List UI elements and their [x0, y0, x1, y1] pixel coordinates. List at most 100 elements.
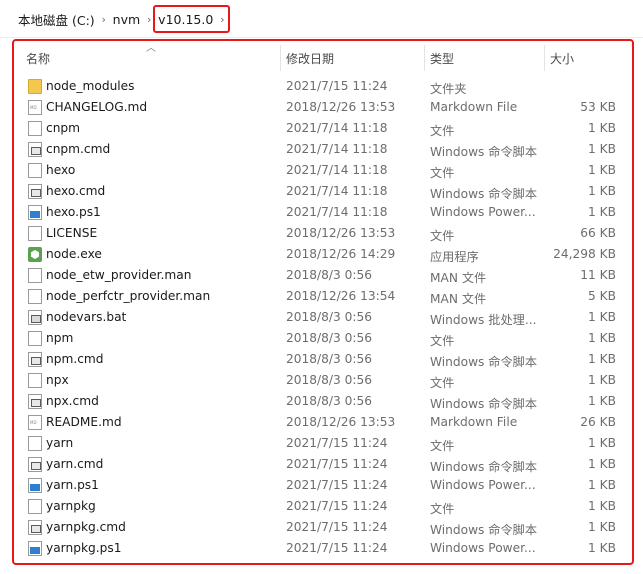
file-size: 1 KB — [588, 331, 616, 345]
file-modified-date: 2021/7/14 11:18 — [286, 184, 388, 198]
file-row[interactable]: yarn.cmd 2021/7/15 11:24 Windows 命令脚本 1 KB — [14, 454, 632, 475]
file-row[interactable]: yarnpkg 2021/7/15 11:24 文件 1 KB — [14, 496, 632, 517]
file-name: LICENSE — [46, 226, 98, 240]
file-type: Markdown File — [430, 100, 518, 114]
file-row[interactable]: LICENSE 2018/12/26 13:53 文件 66 KB — [14, 223, 632, 244]
file-type: MAN 文件 — [430, 292, 487, 306]
file-type: 文件夹 — [430, 82, 467, 96]
nodejs-exe-icon — [28, 247, 42, 262]
file-name: node_modules — [46, 79, 135, 93]
file-modified-date: 2021/7/14 11:18 — [286, 163, 388, 177]
file-row[interactable]: hexo.cmd 2021/7/14 11:18 Windows 命令脚本 1 KB — [14, 181, 632, 202]
file-row[interactable]: cnpm.cmd 2021/7/14 11:18 Windows 命令脚本 1 KB — [14, 139, 632, 160]
file-size: 1 KB — [588, 436, 616, 450]
file-type: Windows 命令脚本 — [430, 397, 538, 411]
breadcrumb-item-nvm[interactable]: nvm — [113, 12, 141, 27]
file-type: Windows Power... — [430, 205, 536, 219]
file-name: npm.cmd — [46, 352, 104, 366]
file-name: npx — [46, 373, 69, 387]
file-icon — [28, 499, 42, 514]
file-row[interactable]: node.exe 2018/12/26 14:29 应用程序 24,298 KB — [14, 244, 632, 265]
column-divider[interactable] — [280, 45, 281, 71]
file-icon — [28, 331, 42, 346]
file-name: nodevars.bat — [46, 310, 127, 324]
file-name: yarnpkg — [46, 499, 96, 513]
file-row[interactable]: hexo 2021/7/14 11:18 文件 1 KB — [14, 160, 632, 181]
file-icon — [28, 373, 42, 388]
file-size: 53 KB — [580, 100, 616, 114]
file-icon — [28, 163, 42, 178]
column-divider[interactable] — [544, 45, 545, 71]
file-size: 1 KB — [588, 520, 616, 534]
file-modified-date: 2018/8/3 0:56 — [286, 331, 372, 345]
file-size: 26 KB — [580, 415, 616, 429]
file-name: cnpm.cmd — [46, 142, 111, 156]
file-modified-date: 2021/7/14 11:18 — [286, 142, 388, 156]
file-type: 文件 — [430, 502, 455, 516]
file-name: node_perfctr_provider.man — [46, 289, 211, 303]
breadcrumb-item-drive[interactable]: 本地磁盘 (C:) — [18, 10, 95, 29]
file-row[interactable]: README.md 2018/12/26 13:53 Markdown File 26… — [14, 412, 632, 433]
file-row[interactable]: hexo.ps1 2021/7/14 11:18 Windows Power... 1… — [14, 202, 632, 223]
file-name: yarn.ps1 — [46, 478, 99, 492]
file-name: node.exe — [46, 247, 102, 261]
file-type: Windows 命令脚本 — [430, 460, 538, 474]
column-divider[interactable] — [424, 45, 425, 71]
file-name: yarnpkg.ps1 — [46, 541, 122, 555]
file-row[interactable]: npx 2018/8/3 0:56 文件 1 KB — [14, 370, 632, 391]
folder-icon — [28, 79, 42, 94]
cmd-script-icon — [28, 184, 42, 199]
chevron-right-icon[interactable]: › — [95, 13, 113, 26]
file-row[interactable]: yarnpkg.ps1 2021/7/15 11:24 Windows Power.… — [14, 538, 632, 559]
file-name: hexo — [46, 163, 76, 177]
file-type: Windows 命令脚本 — [430, 145, 538, 159]
column-header-date[interactable]: 修改日期 — [286, 50, 334, 67]
file-row[interactable]: CHANGELOG.md 2018/12/26 13:53 Markdown Fil… — [14, 97, 632, 118]
file-size: 1 KB — [588, 394, 616, 408]
file-name: yarn.cmd — [46, 457, 104, 471]
file-row[interactable]: cnpm 2021/7/14 11:18 文件 1 KB — [14, 118, 632, 139]
file-type: 文件 — [430, 334, 455, 348]
file-name: CHANGELOG.md — [46, 100, 148, 114]
file-icon — [28, 436, 42, 451]
file-row[interactable]: npm.cmd 2018/8/3 0:56 Windows 命令脚本 1 KB — [14, 349, 632, 370]
file-type: Windows Power... — [430, 478, 536, 492]
file-modified-date: 2021/7/14 11:18 — [286, 205, 388, 219]
column-header-name[interactable]: 名称 — [26, 50, 50, 67]
file-size: 1 KB — [588, 163, 616, 177]
file-name: cnpm — [46, 121, 81, 135]
file-size: 66 KB — [580, 226, 616, 240]
file-modified-date: 2021/7/15 11:24 — [286, 79, 388, 93]
file-type: MAN 文件 — [430, 271, 487, 285]
file-name: node_etw_provider.man — [46, 268, 192, 282]
file-row[interactable]: node_perfctr_provider.man 2018/12/26 13:5… — [14, 286, 632, 307]
column-header-size[interactable]: 大小 — [550, 50, 574, 67]
file-row[interactable]: yarnpkg.cmd 2021/7/15 11:24 Windows 命令脚本 1 … — [14, 517, 632, 538]
address-bar[interactable]: 本地磁盘 (C:) › nvm › v10.15.0 › — [0, 0, 643, 38]
current-folder-highlight-box — [153, 5, 230, 33]
cmd-script-icon — [28, 520, 42, 535]
column-header-type[interactable]: 类型 — [430, 50, 454, 67]
file-type: Windows 命令脚本 — [430, 187, 538, 201]
file-row[interactable]: nodevars.bat 2018/8/3 0:56 Windows 批处理... 1… — [14, 307, 632, 328]
file-row[interactable]: yarn 2021/7/15 11:24 文件 1 KB — [14, 433, 632, 454]
cmd-script-icon — [28, 394, 42, 409]
file-row[interactable]: yarn.ps1 2021/7/15 11:24 Windows Power... 1… — [14, 475, 632, 496]
file-modified-date: 2018/8/3 0:56 — [286, 352, 372, 366]
file-type: 文件 — [430, 124, 455, 138]
file-type: Windows 批处理... — [430, 313, 537, 327]
file-modified-date: 2018/8/3 0:56 — [286, 310, 372, 324]
file-modified-date: 2021/7/15 11:24 — [286, 499, 388, 513]
file-type: 文件 — [430, 376, 455, 390]
file-row[interactable]: npm 2018/8/3 0:56 文件 1 KB — [14, 328, 632, 349]
file-modified-date: 2018/8/3 0:56 — [286, 268, 372, 282]
cmd-script-icon — [28, 352, 42, 367]
sort-ascending-icon: ︿ — [146, 43, 156, 54]
file-modified-date: 2021/7/14 11:18 — [286, 121, 388, 135]
file-row[interactable]: node_etw_provider.man 2018/8/3 0:56 MAN 文件… — [14, 265, 632, 286]
file-size: 11 KB — [580, 268, 616, 282]
file-row[interactable]: npx.cmd 2018/8/3 0:56 Windows 命令脚本 1 KB — [14, 391, 632, 412]
batch-file-icon — [28, 310, 42, 325]
file-name: README.md — [46, 415, 122, 429]
file-row[interactable]: node_modules 2021/7/15 11:24 文件夹 — [14, 76, 632, 97]
